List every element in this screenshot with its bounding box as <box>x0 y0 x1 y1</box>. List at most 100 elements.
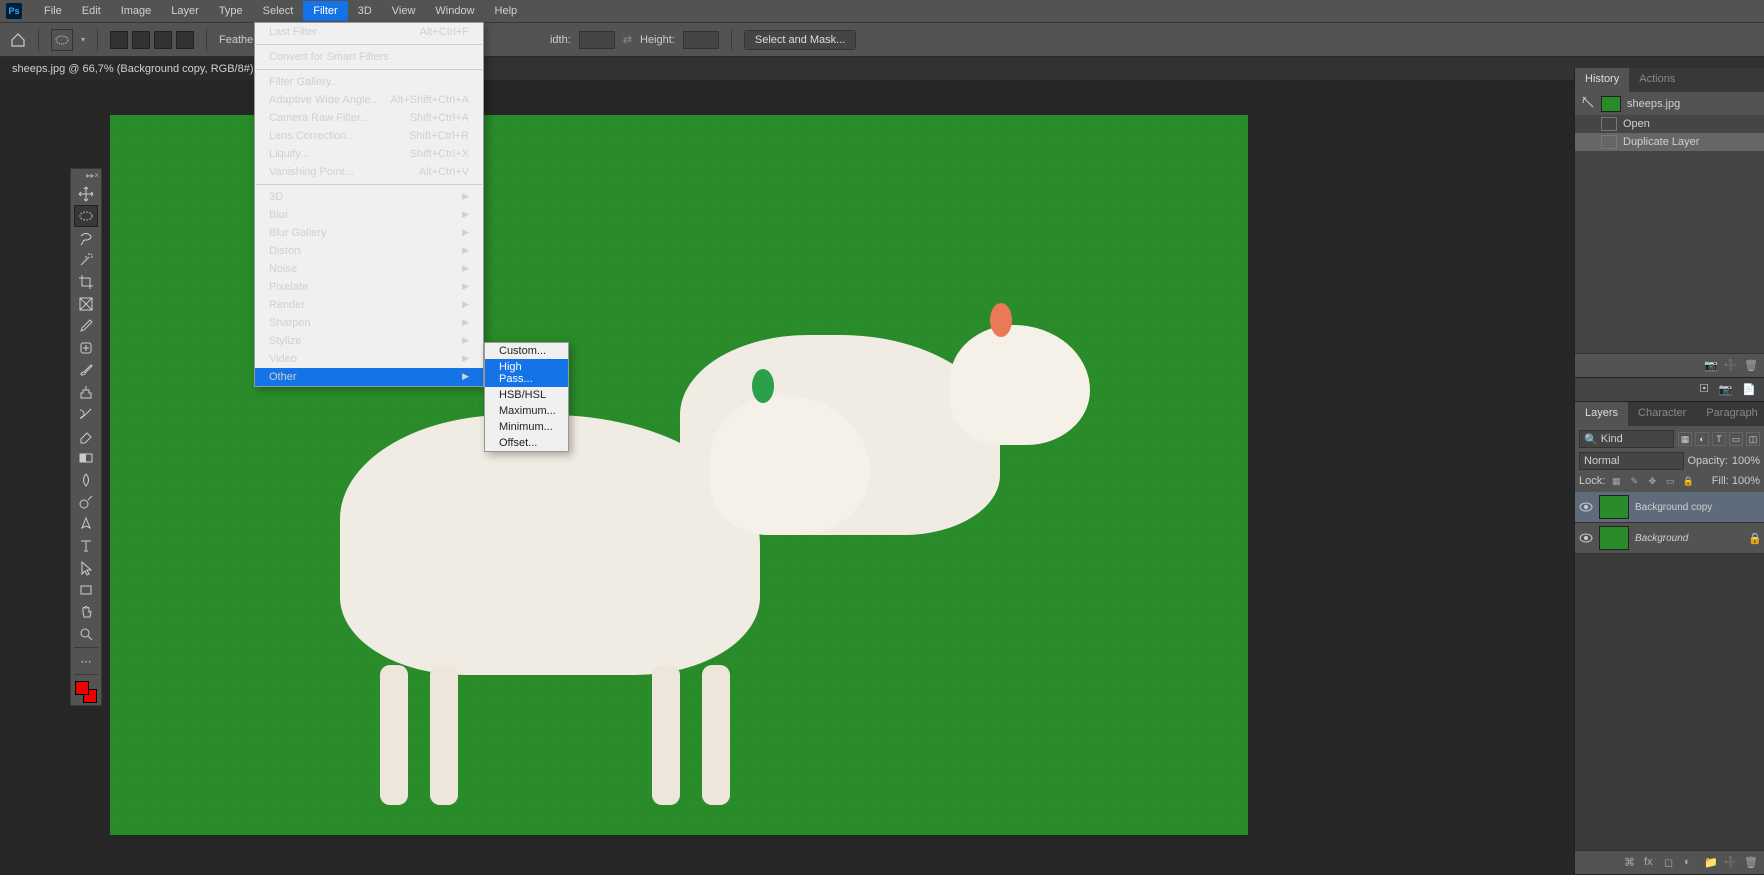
filter-other-item[interactable]: High Pass... <box>485 359 568 387</box>
height-input[interactable] <box>683 31 719 49</box>
tab-paragraph[interactable]: Paragraph <box>1696 402 1764 426</box>
layer-visibility-icon[interactable] <box>1579 531 1593 545</box>
fill-value[interactable]: 100% <box>1732 475 1760 487</box>
tool-zoom[interactable] <box>74 623 98 645</box>
filter-menu-item[interactable]: Camera Raw Filter...Shift+Ctrl+A <box>255 109 483 127</box>
menu-layer[interactable]: Layer <box>161 1 209 21</box>
tool-brush[interactable] <box>74 359 98 381</box>
tool-crop[interactable] <box>74 271 98 293</box>
libraries-icon[interactable]: 🞔 <box>1700 383 1709 396</box>
foreground-color[interactable] <box>75 681 89 695</box>
layer-item[interactable]: Background copy <box>1575 492 1764 523</box>
blend-mode-select[interactable]: Normal <box>1579 452 1684 470</box>
tool-dodge[interactable] <box>74 491 98 513</box>
filter-menu-item[interactable]: Adaptive Wide Angle...Alt+Shift+Ctrl+A <box>255 91 483 109</box>
filter-menu-item[interactable]: Noise▶ <box>255 260 483 278</box>
subtract-selection-icon[interactable] <box>154 31 172 49</box>
tool-healing[interactable] <box>74 337 98 359</box>
history-brush-source-icon[interactable] <box>1581 95 1595 112</box>
swap-dimensions-icon[interactable]: ⇄ <box>623 33 632 46</box>
tool-hand[interactable] <box>74 601 98 623</box>
layer-style-icon[interactable]: fx <box>1644 856 1658 870</box>
color-swatches[interactable] <box>75 681 97 703</box>
menu-help[interactable]: Help <box>485 1 528 21</box>
history-source-row[interactable]: sheeps.jpg <box>1575 92 1764 115</box>
menu-select[interactable]: Select <box>253 1 304 21</box>
filter-menu-item[interactable]: Blur▶ <box>255 206 483 224</box>
tool-preset-picker[interactable] <box>51 29 73 51</box>
new-selection-icon[interactable] <box>110 31 128 49</box>
filter-pixel-icon[interactable]: ▦ <box>1678 432 1692 446</box>
menu-3d[interactable]: 3D <box>348 1 382 21</box>
link-layers-icon[interactable]: ⌘ <box>1624 856 1638 870</box>
filter-menu-item[interactable]: Other▶ <box>255 368 483 386</box>
layer-filter-select[interactable]: 🔍 Kind <box>1579 430 1674 448</box>
lock-transparent-icon[interactable]: ▦ <box>1609 474 1623 488</box>
tool-marquee[interactable] <box>74 205 98 227</box>
tool-wand[interactable] <box>74 249 98 271</box>
tool-eraser[interactable] <box>74 425 98 447</box>
layer-item[interactable]: Background🔒 <box>1575 523 1764 554</box>
history-step[interactable]: Open <box>1575 115 1764 133</box>
tools-panel-header[interactable]: ▸▸× <box>71 171 101 183</box>
filter-menu-item[interactable]: Vanishing Point...Alt+Ctrl+V <box>255 163 483 181</box>
tab-actions[interactable]: Actions <box>1629 68 1685 92</box>
history-step[interactable]: Duplicate Layer <box>1575 133 1764 151</box>
document-tab[interactable]: sheeps.jpg @ 66,7% (Background copy, RGB… <box>0 58 287 80</box>
filter-other-item[interactable]: HSB/HSL <box>485 387 568 403</box>
trash-icon[interactable]: 🗑 <box>1744 359 1758 373</box>
filter-menu-item[interactable]: Filter Gallery... <box>255 73 483 91</box>
filter-shape-icon[interactable]: ▭ <box>1729 432 1743 446</box>
filter-menu-item[interactable]: Render▶ <box>255 296 483 314</box>
filter-other-item[interactable]: Maximum... <box>485 403 568 419</box>
tool-gradient[interactable] <box>74 447 98 469</box>
tab-layers[interactable]: Layers <box>1575 402 1628 426</box>
tab-character[interactable]: Character <box>1628 402 1696 426</box>
tool-blur[interactable] <box>74 469 98 491</box>
delete-layer-icon[interactable]: 🗑 <box>1744 856 1758 870</box>
menu-edit[interactable]: Edit <box>72 1 111 21</box>
intersect-selection-icon[interactable] <box>176 31 194 49</box>
filter-other-item[interactable]: Offset... <box>485 435 568 451</box>
tool-move[interactable] <box>74 183 98 205</box>
filter-menu-item[interactable]: Convert for Smart Filters <box>255 48 483 66</box>
filter-menu-item[interactable]: Lens Correction...Shift+Ctrl+R <box>255 127 483 145</box>
lock-position-icon[interactable]: ✥ <box>1645 474 1659 488</box>
layer-visibility-icon[interactable] <box>1579 500 1593 514</box>
lock-artboard-icon[interactable]: ▭ <box>1663 474 1677 488</box>
filter-menu-item[interactable]: Liquify...Shift+Ctrl+X <box>255 145 483 163</box>
filter-menu-item[interactable]: Pixelate▶ <box>255 278 483 296</box>
filter-menu-item[interactable]: Distort▶ <box>255 242 483 260</box>
filter-menu-item[interactable]: Video▶ <box>255 350 483 368</box>
opacity-value[interactable]: 100% <box>1732 455 1760 467</box>
filter-other-item[interactable]: Minimum... <box>485 419 568 435</box>
tab-history[interactable]: History <box>1575 68 1629 92</box>
filter-adjust-icon[interactable]: ◐ <box>1695 432 1709 446</box>
home-icon[interactable] <box>10 32 26 48</box>
filter-type-icon[interactable]: T <box>1712 432 1726 446</box>
lock-pixels-icon[interactable]: ✎ <box>1627 474 1641 488</box>
tool-path-select[interactable] <box>74 557 98 579</box>
add-selection-icon[interactable] <box>132 31 150 49</box>
menu-image[interactable]: Image <box>111 1 162 21</box>
filter-menu-item[interactable]: 3D▶ <box>255 188 483 206</box>
filter-menu-item[interactable]: Last FilterAlt+Ctrl+F <box>255 23 483 41</box>
tool-history-brush[interactable] <box>74 403 98 425</box>
filter-menu-item[interactable]: Sharpen▶ <box>255 314 483 332</box>
filter-other-item[interactable]: Custom... <box>485 343 568 359</box>
filter-smart-icon[interactable]: ◫ <box>1746 432 1760 446</box>
lock-all-icon[interactable]: 🔒 <box>1681 474 1695 488</box>
new-layer-icon[interactable]: ➕ <box>1724 856 1738 870</box>
tool-eyedropper[interactable] <box>74 315 98 337</box>
filter-menu-item[interactable]: Blur Gallery▶ <box>255 224 483 242</box>
menu-window[interactable]: Window <box>425 1 484 21</box>
adjustment-layer-icon[interactable]: ◐ <box>1684 856 1698 870</box>
layer-mask-icon[interactable]: ◻ <box>1664 856 1678 870</box>
notes-icon[interactable]: 📄 <box>1742 383 1756 396</box>
menu-filter[interactable]: Filter <box>303 1 347 21</box>
select-and-mask-button[interactable]: Select and Mask... <box>744 30 857 50</box>
device-preview-icon[interactable]: 📷 <box>1719 383 1733 396</box>
edit-toolbar-icon[interactable]: ⋯ <box>74 650 98 672</box>
menu-file[interactable]: File <box>34 1 72 21</box>
group-icon[interactable]: 📁 <box>1704 856 1718 870</box>
